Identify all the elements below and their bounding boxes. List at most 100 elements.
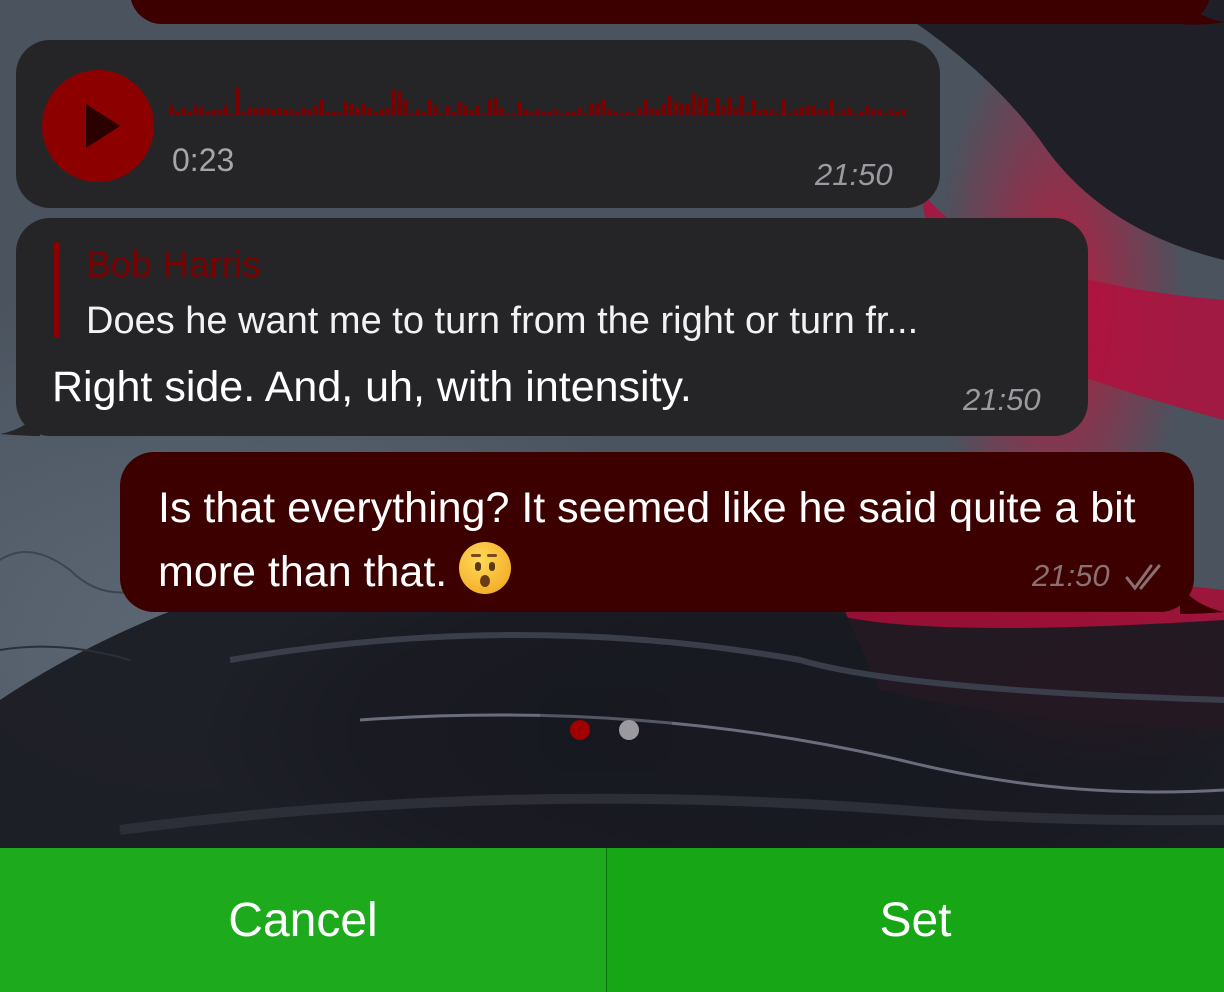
waveform-bar — [620, 113, 623, 116]
waveform-bar — [764, 110, 767, 116]
hushed-face-emoji-icon — [459, 542, 512, 594]
previous-outgoing-bubble — [130, 0, 1210, 24]
waveform-bar — [506, 113, 509, 116]
waveform-bar — [308, 110, 311, 116]
page-dot-inactive[interactable] — [619, 720, 639, 740]
waveform-bar — [680, 103, 683, 116]
waveform-bar — [236, 87, 239, 116]
waveform-bar — [410, 113, 413, 116]
waveform-bar — [566, 111, 569, 116]
quote-accent-bar — [54, 242, 59, 338]
waveform-bar — [902, 109, 905, 116]
voice-message-time: 21:50 — [815, 157, 893, 192]
waveform-bar — [638, 108, 641, 116]
waveform-bar — [212, 110, 215, 116]
waveform-bar — [188, 111, 191, 116]
waveform-bar — [548, 111, 551, 116]
waveform-bar — [284, 110, 287, 116]
page-indicator — [540, 686, 672, 772]
waveform-bar — [692, 93, 695, 116]
waveform-bar — [602, 100, 605, 116]
waveform-bar — [500, 108, 503, 116]
waveform-bar — [626, 111, 629, 116]
waveform-bar — [380, 110, 383, 116]
waveform-bar — [314, 106, 317, 116]
waveform-bar — [812, 106, 815, 116]
waveform-bar — [716, 98, 719, 116]
waveform-bar — [338, 112, 341, 116]
waveform-bar — [704, 98, 707, 116]
waveform-bar — [194, 106, 197, 116]
waveform-bar — [428, 99, 431, 116]
outgoing-message-time: 21:50 — [1032, 558, 1110, 593]
waveform-bar — [512, 113, 515, 116]
waveform-bar — [176, 112, 179, 116]
waveform-bar — [536, 109, 539, 116]
waveform-bar — [302, 107, 305, 116]
waveform-bar — [770, 110, 773, 116]
waveform-bar — [224, 105, 227, 116]
waveform-bar — [686, 103, 689, 116]
outgoing-message-body: Is that everything? It seemed like he sa… — [158, 484, 1136, 596]
waveform-bar — [368, 107, 371, 116]
quoted-message-text[interactable]: Does he want me to turn from the right o… — [86, 300, 918, 343]
page-dot-active[interactable] — [570, 720, 590, 740]
cancel-button[interactable]: Cancel — [0, 848, 606, 992]
reply-message-text: Right side. And, uh, with intensity. — [52, 363, 692, 411]
waveform-bar — [218, 110, 221, 116]
waveform-bar — [278, 108, 281, 116]
waveform-bar — [830, 99, 833, 116]
waveform-bar — [818, 109, 821, 116]
waveform-bar — [782, 99, 785, 116]
waveform-bar — [560, 113, 563, 116]
play-button[interactable] — [42, 70, 154, 182]
waveform-bar — [464, 105, 467, 116]
waveform-bar — [170, 105, 173, 116]
waveform-bar — [710, 112, 713, 116]
waveform-bar — [896, 112, 899, 116]
waveform-bar — [362, 103, 365, 116]
waveform-bar — [386, 107, 389, 116]
voice-waveform[interactable] — [170, 82, 910, 122]
waveform-bar — [440, 113, 443, 116]
waveform-bar — [584, 113, 587, 116]
waveform-bar — [434, 106, 437, 116]
bubble-tail-icon — [1180, 586, 1224, 614]
waveform-bar — [698, 98, 701, 116]
waveform-bar — [740, 95, 743, 116]
waveform-bar — [794, 110, 797, 116]
waveform-bar — [530, 112, 533, 116]
waveform-bar — [734, 107, 737, 116]
waveform-bar — [344, 101, 347, 116]
waveform-bar — [746, 112, 749, 116]
waveform-bar — [722, 106, 725, 116]
waveform-bar — [296, 111, 299, 116]
outgoing-message-text: Is that everything? It seemed like he sa… — [158, 476, 1178, 604]
waveform-bar — [200, 107, 203, 116]
waveform-bar — [590, 104, 593, 116]
waveform-bar — [650, 107, 653, 116]
waveform-bar — [890, 110, 893, 116]
waveform-bar — [752, 100, 755, 116]
waveform-bar — [608, 110, 611, 116]
waveform-bar — [254, 107, 257, 116]
waveform-bar — [632, 113, 635, 116]
waveform-bar — [452, 111, 455, 116]
waveform-bar — [482, 113, 485, 116]
set-button[interactable]: Set — [607, 848, 1224, 992]
waveform-bar — [470, 110, 473, 116]
waveform-bar — [248, 108, 251, 116]
reply-message-time: 21:50 — [963, 382, 1041, 417]
bubble-tail-icon — [1180, 0, 1224, 25]
quoted-sender-name[interactable]: Bob Harris — [86, 244, 261, 286]
waveform-bar — [848, 107, 851, 116]
waveform-bar — [326, 112, 329, 116]
waveform-bar — [644, 99, 647, 116]
waveform-bar — [800, 108, 803, 116]
waveform-bar — [422, 111, 425, 116]
waveform-bar — [182, 107, 185, 116]
action-bar: Cancel Set — [0, 848, 1224, 992]
voice-message-bubble — [16, 40, 940, 208]
waveform-bar — [872, 110, 875, 116]
waveform-bar — [854, 113, 857, 116]
